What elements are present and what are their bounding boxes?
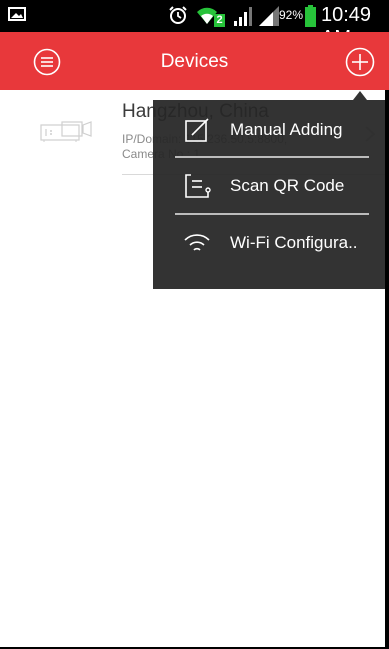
add-icon[interactable] xyxy=(345,47,375,77)
add-device-menu: Manual Adding Scan QR Code Wi-Fi Configu… xyxy=(153,100,389,289)
edit-icon xyxy=(185,118,209,142)
popup-caret xyxy=(353,91,367,100)
menu-item-wifi-configuration[interactable]: Wi-Fi Configura.. xyxy=(153,216,389,271)
menu-item-scan-qr-code[interactable]: Scan QR Code xyxy=(153,159,389,214)
signal-icon xyxy=(234,7,252,26)
divider xyxy=(175,156,369,158)
signal-icon xyxy=(259,6,279,26)
page-title: Devices xyxy=(160,51,229,72)
divider xyxy=(175,213,369,215)
dvr-icon xyxy=(40,121,92,142)
status-bar: 2 92% 10:49 AM xyxy=(0,0,389,49)
alarm-icon xyxy=(169,6,187,24)
wifi-icon xyxy=(184,234,210,251)
menu-item-label: Wi-Fi Configura.. xyxy=(230,233,358,252)
menu-item-manual-adding[interactable]: Manual Adding xyxy=(153,103,389,158)
menu-item-label: Scan QR Code xyxy=(230,176,345,195)
image-icon xyxy=(8,7,26,21)
app-bar: Devices xyxy=(0,32,389,90)
qr-scan-icon xyxy=(185,174,211,198)
menu-item-label: Manual Adding xyxy=(230,120,343,139)
screen-edge xyxy=(385,90,389,649)
battery-percent: 92% xyxy=(279,8,304,22)
battery-icon xyxy=(305,5,316,27)
network-badge: 2 xyxy=(214,14,225,27)
